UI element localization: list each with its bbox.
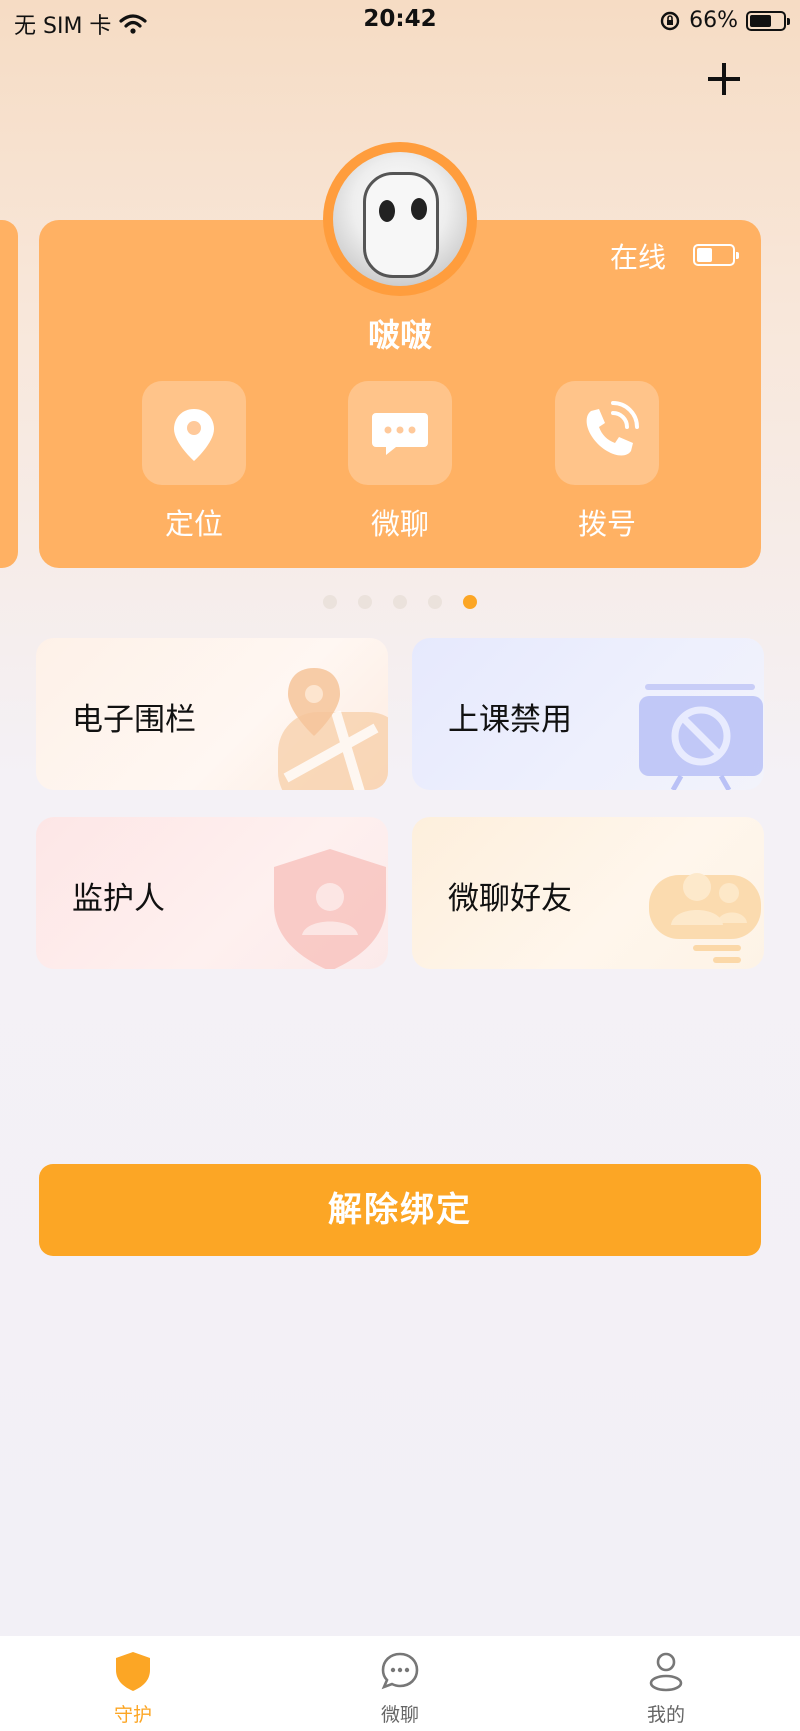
tab-bar: 守护 微聊 我的: [0, 1636, 800, 1731]
locate-button[interactable]: 定位: [142, 381, 246, 543]
avatar-eye: [411, 198, 427, 220]
dial-label: 拨号: [577, 507, 636, 541]
shield-user-icon: [274, 849, 386, 969]
locate-tile: [142, 381, 246, 485]
avatar[interactable]: [333, 152, 467, 286]
chat-bubble-icon: [372, 413, 428, 455]
device-name: 啵啵: [367, 316, 432, 354]
pager-dot-active[interactable]: [463, 595, 477, 609]
geofence-card[interactable]: 电子围栏: [36, 638, 388, 790]
location-pin-icon: [174, 409, 214, 461]
online-status: 在线: [610, 241, 667, 274]
friends-icon: [649, 873, 761, 963]
map-pin-icon: [278, 668, 388, 790]
tab-chat[interactable]: 微聊: [340, 1650, 460, 1727]
chat-friends-label: 微聊好友: [448, 881, 572, 917]
geofence-label: 电子围栏: [72, 702, 196, 738]
previous-device-card[interactable]: [0, 220, 18, 568]
pager-dot[interactable]: [428, 595, 442, 609]
status-right: 66%: [659, 8, 790, 33]
unbind-button[interactable]: 解除绑定: [39, 1164, 761, 1256]
pager-dot[interactable]: [393, 595, 407, 609]
avatar-eye: [379, 200, 395, 222]
tab-guard[interactable]: 守护: [73, 1650, 193, 1727]
tab-guard-label: 守护: [113, 1704, 152, 1726]
class-disable-label: 上课禁用: [448, 702, 572, 738]
dial-button[interactable]: 拨号: [555, 381, 659, 543]
status-bar: 无 SIM 卡 20:42 66%: [0, 0, 800, 44]
tab-mine[interactable]: 我的: [606, 1650, 726, 1727]
add-device-button[interactable]: [700, 55, 748, 103]
pager-dot[interactable]: [358, 595, 372, 609]
tab-mine-label: 我的: [646, 1704, 685, 1726]
chat-button[interactable]: 微聊: [348, 381, 452, 543]
dial-tile: [555, 381, 659, 485]
tab-chat-label: 微聊: [380, 1704, 419, 1726]
person-icon: [649, 1652, 683, 1692]
guardian-label: 监护人: [72, 881, 165, 917]
no-entry-board-icon: [639, 684, 763, 790]
rotation-lock-icon: [660, 11, 680, 30]
class-disable-card[interactable]: 上课禁用: [412, 638, 764, 790]
battery-percent: 66%: [689, 8, 738, 33]
battery-icon: [746, 10, 790, 31]
phone-icon: [586, 401, 639, 456]
chat-icon: [381, 1652, 419, 1690]
chat-friends-card[interactable]: 微聊好友: [412, 817, 764, 969]
shield-icon: [116, 1652, 150, 1691]
device-battery-icon: [693, 244, 739, 266]
locate-label: 定位: [164, 507, 223, 541]
chat-label: 微聊: [370, 507, 429, 541]
pager-dot[interactable]: [323, 595, 337, 609]
avatar-face: [363, 172, 439, 278]
guardian-card[interactable]: 监护人: [36, 817, 388, 969]
chat-tile: [348, 381, 452, 485]
